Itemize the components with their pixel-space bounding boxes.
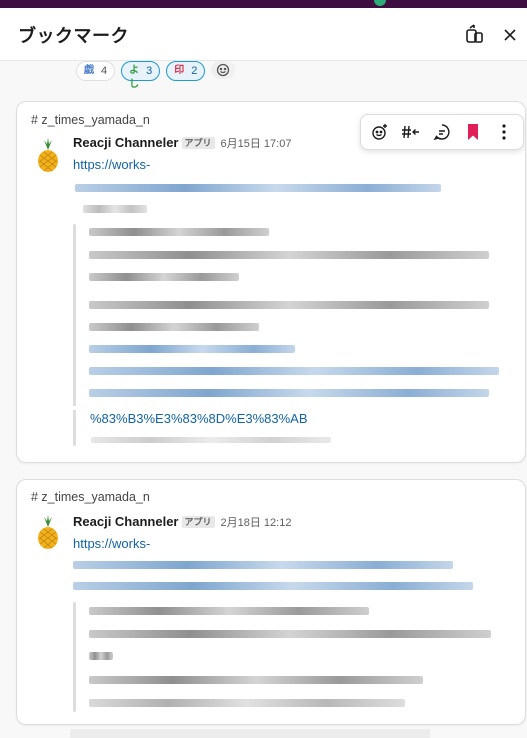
sender-name[interactable]: Reacji Channeler — [73, 514, 179, 529]
thread-icon — [433, 124, 450, 141]
more-vertical-icon — [501, 124, 506, 140]
redacted-link — [75, 184, 441, 192]
divider — [57, 406, 503, 410]
channel-name[interactable]: # z_times_yamada_n — [31, 113, 150, 127]
reaction-chip[interactable]: 戯 4 — [76, 61, 116, 81]
add-reaction-button[interactable] — [211, 61, 236, 79]
redacted-text — [83, 205, 147, 213]
bookmark-action[interactable] — [461, 120, 485, 144]
app-badge: アプリ — [181, 516, 215, 528]
pineapple-avatar — [38, 515, 58, 549]
hash-share-icon — [402, 125, 420, 139]
quote-bar — [73, 224, 76, 446]
redacted-text — [89, 630, 491, 638]
close-button[interactable] — [497, 22, 523, 48]
redacted-text — [89, 676, 423, 684]
add-emoji-icon — [217, 63, 230, 77]
pop-out-icon — [466, 24, 483, 43]
redacted-link — [89, 345, 295, 353]
share-channel-action[interactable] — [399, 120, 423, 144]
redacted-text — [89, 323, 259, 331]
reaction-bar: 戯 4 よし 3 印 2 — [76, 61, 236, 90]
reaction-count: 3 — [146, 65, 153, 77]
timestamp[interactable]: 2月18日 12:12 — [221, 517, 292, 529]
reaction-count: 4 — [101, 65, 108, 77]
quote-bar — [73, 602, 76, 712]
redacted-text — [89, 228, 269, 236]
redacted-link — [73, 561, 453, 569]
redacted-text — [89, 699, 405, 707]
sender-line: Reacji Channeler アプリ 2月18日 12:12 — [73, 514, 291, 530]
redacted-link — [89, 389, 489, 397]
channel-name[interactable]: # z_times_yamada_n — [31, 490, 150, 504]
reply-thread-action[interactable] — [430, 120, 454, 144]
skull-text-emoji: 戯 — [84, 65, 94, 76]
redacted-text — [89, 652, 113, 660]
panel-header: ブックマーク — [0, 8, 527, 61]
redacted-text — [89, 273, 239, 281]
app-badge: アプリ — [181, 137, 215, 149]
message-action-toolbar — [360, 114, 524, 150]
more-actions-button[interactable] — [492, 120, 516, 144]
redacted-link — [89, 367, 499, 375]
reaction-chip[interactable]: よし 3 — [121, 61, 161, 90]
redacted-text — [89, 251, 489, 259]
close-icon — [504, 29, 516, 41]
yoshi-text-emoji: よし — [129, 65, 140, 90]
redacted-text — [89, 607, 369, 615]
redacted-text — [91, 437, 331, 443]
redacted-link — [73, 582, 473, 590]
add-emoji-icon — [372, 124, 388, 140]
bookmark-card[interactable]: # z_times_yamada_n Reacji Channeler アプリ 6月… — [16, 101, 526, 463]
page-title: ブックマーク — [18, 26, 129, 46]
link-url-tail[interactable]: %83%B3%E3%83%8D%E3%83%AB — [90, 411, 308, 426]
sender-name[interactable]: Reacji Channeler — [73, 135, 179, 150]
timestamp[interactable]: 6月15日 17:07 — [221, 138, 292, 150]
message-link[interactable]: https://works- — [73, 536, 150, 551]
pop-out-button[interactable] — [462, 22, 488, 48]
status-dot — [374, 0, 386, 6]
next-card-hint — [70, 729, 430, 738]
pineapple-avatar — [38, 138, 58, 172]
window-top-bar — [0, 0, 527, 8]
reaction-count: 2 — [191, 65, 198, 77]
bookmark-card[interactable]: # z_times_yamada_n Reacji Channeler アプリ 2月… — [16, 479, 526, 725]
add-reaction-action[interactable] — [368, 120, 392, 144]
reaction-chip[interactable]: 印 2 — [166, 61, 206, 81]
stamp-text-emoji: 印 — [174, 65, 185, 76]
redacted-text — [89, 301, 489, 309]
bookmark-list[interactable]: 戯 4 よし 3 印 2 # z_times_yamada_n Reacji C… — [0, 61, 527, 738]
message-link[interactable]: https://works- — [73, 157, 150, 172]
bookmark-filled-icon — [467, 124, 478, 140]
sender-line: Reacji Channeler アプリ 6月15日 17:07 — [73, 135, 291, 151]
